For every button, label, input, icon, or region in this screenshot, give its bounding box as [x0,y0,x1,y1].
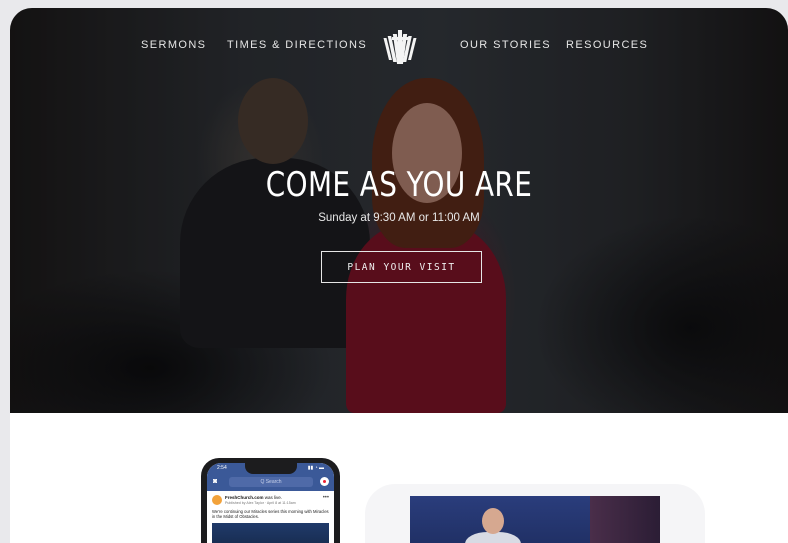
more-options-icon[interactable]: ••• [323,495,329,501]
phone-mockup: 2:54 ▮▮ ◔ ▬ ◙ Q Search FreshChurch.com w… [201,458,340,543]
browser-frame: SERMONS TIMES & DIRECTIONS OUR STORIES R… [10,8,788,543]
post-video-preview[interactable] [212,523,329,543]
post-action: was live. [264,495,283,500]
messenger-icon[interactable] [320,477,329,486]
phone-notch [245,463,297,474]
hero-title: COME AS YOU ARE [265,165,533,205]
signal-icon: ▮▮ ◔ ▬ [307,465,324,471]
post-page-name: FreshChurch.com [225,495,264,500]
nav-resources[interactable]: RESOURCES [566,39,648,51]
nav-times-directions[interactable]: TIMES & DIRECTIONS [227,39,367,51]
nav-our-stories[interactable]: OUR STORIES [460,39,551,51]
phone-screen: 2:54 ▮▮ ◔ ▬ ◙ Q Search FreshChurch.com w… [207,463,334,543]
page-avatar [212,495,222,505]
hero-section: SERMONS TIMES & DIRECTIONS OUR STORIES R… [10,8,788,413]
post-author: FreshChurch.com was live. [225,495,282,500]
stage-curtain [590,496,660,543]
post-meta: Published by Alex Taylor · April 8 at 11… [225,501,296,505]
nav-sermons[interactable]: SERMONS [141,39,206,51]
facebook-search[interactable]: Q Search [229,477,313,487]
church-logo-icon[interactable] [378,28,426,68]
top-navigation: SERMONS TIMES & DIRECTIONS OUR STORIES R… [10,8,788,84]
sermon-video-thumbnail[interactable] [410,496,660,543]
post-text: We're continuing our Miracles series thi… [212,509,329,519]
camera-icon[interactable]: ◙ [213,478,217,486]
speaker-head [482,508,504,534]
status-time: 2:54 [217,465,227,471]
plan-your-visit-button[interactable]: PLAN YOUR VISIT [321,251,482,283]
hero-subtitle: Sunday at 9:30 AM or 11:00 AM [318,212,480,224]
